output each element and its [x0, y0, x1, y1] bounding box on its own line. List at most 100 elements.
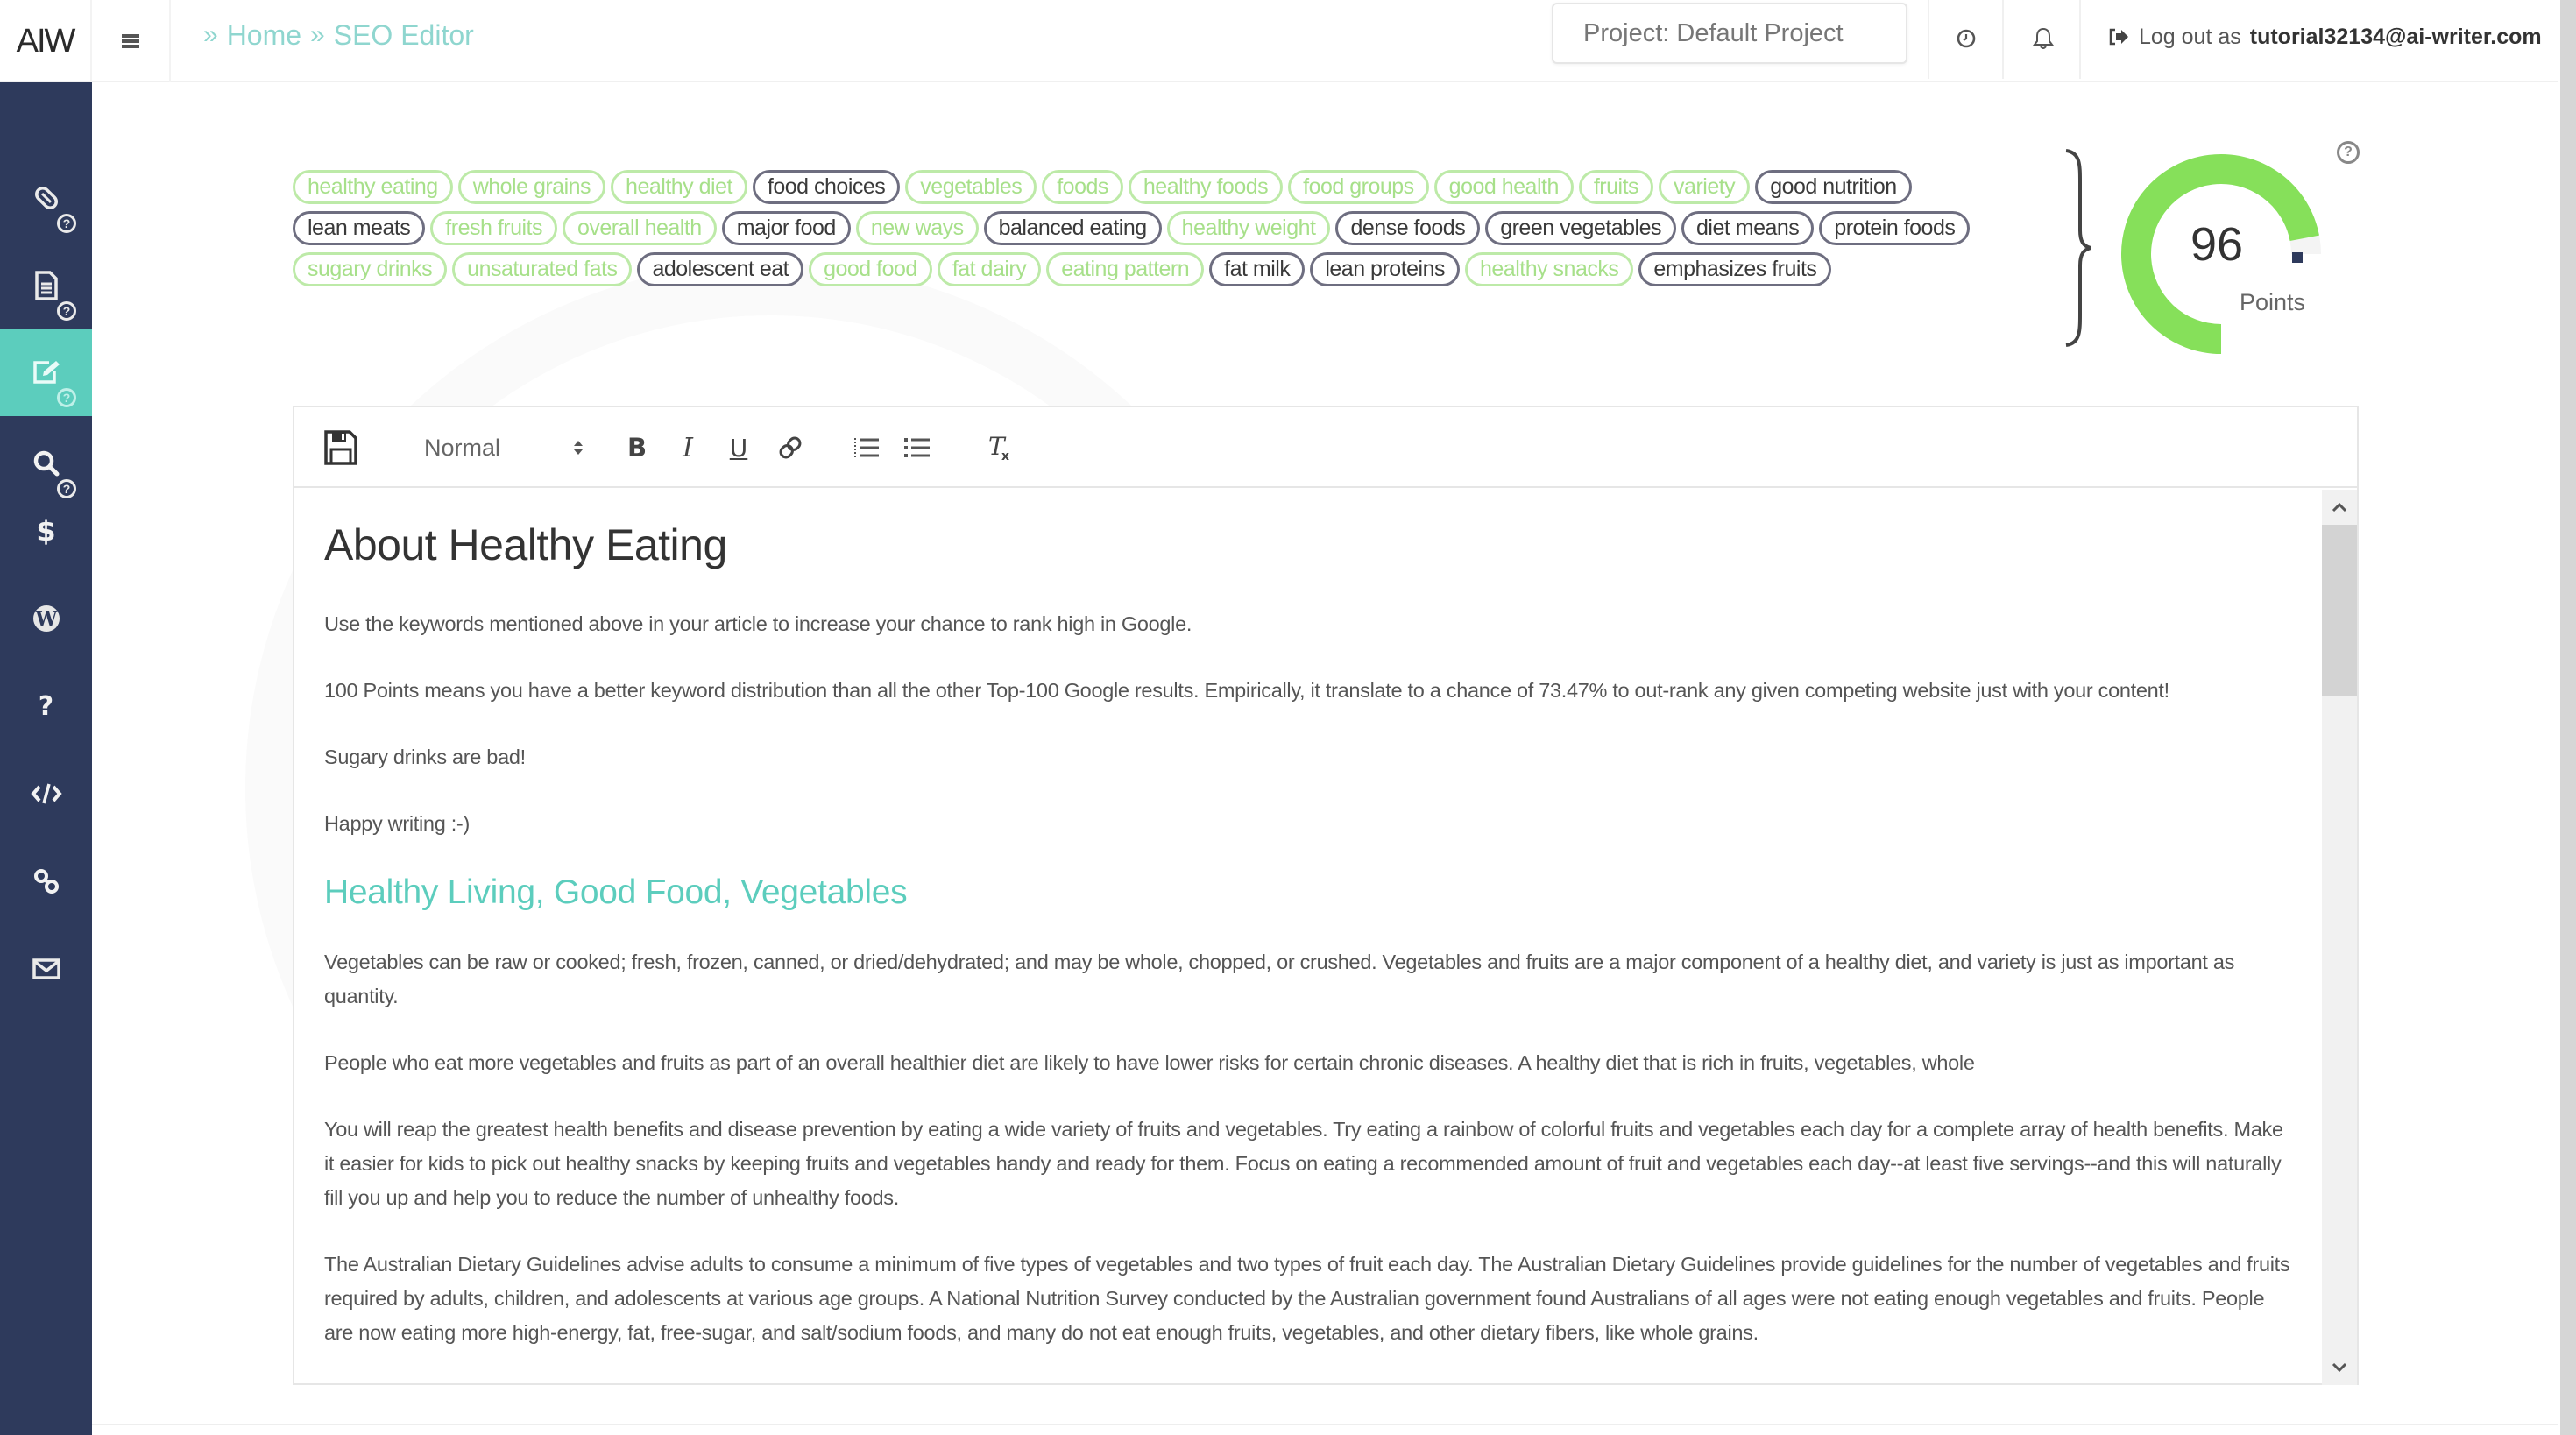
divider	[2079, 0, 2081, 79]
editor-content[interactable]: About Healthy Eating Use the keywords me…	[294, 490, 2325, 1385]
score-value: 96	[2190, 218, 2244, 271]
keyword-tag[interactable]: healthy foods	[1128, 170, 1284, 204]
sidebar-item-billing[interactable]: $	[0, 487, 92, 575]
notifications-button[interactable]	[2024, 19, 2063, 58]
sidebar: ? ? ? ? $ W ?	[0, 82, 92, 1435]
bold-button[interactable]: B	[617, 428, 657, 468]
scroll-up-button[interactable]	[2322, 490, 2357, 525]
keyword-tag[interactable]: new ways	[855, 211, 979, 245]
top-bar: AIW » Home » SEO Editor Project: Default…	[0, 0, 2558, 82]
keyword-tag[interactable]: overall health	[563, 211, 717, 245]
help-icon[interactable]: ?	[57, 214, 76, 233]
keyword-tag[interactable]: good nutrition	[1755, 170, 1912, 204]
sidebar-item-wordpress[interactable]: W	[0, 575, 92, 662]
keyword-tag[interactable]: diet means	[1681, 211, 1815, 245]
sidebar-item-outline[interactable]: ?	[0, 154, 92, 242]
project-selector[interactable]: Project: Default Project	[1552, 3, 1907, 64]
keyword-tag[interactable]: good food	[809, 252, 932, 286]
underline-button[interactable]: U	[718, 428, 759, 468]
keyword-tag[interactable]: green vegetables	[1485, 211, 1677, 245]
article-paragraph[interactable]: 100 Points means you have a better keywo…	[324, 674, 2296, 708]
breadcrumb-seo-editor: SEO Editor	[333, 18, 474, 51]
editor-scrollbar[interactable]	[2322, 490, 2357, 1385]
article-title[interactable]: About Healthy Eating	[324, 520, 2296, 570]
bell-icon	[2033, 27, 2054, 49]
svg-text:W: W	[34, 608, 57, 631]
user-email: tutorial32134@ai-writer.com	[2249, 24, 2542, 49]
score-help-icon[interactable]: ?	[2337, 141, 2360, 164]
keyword-tag[interactable]: fresh fruits	[430, 211, 557, 245]
keyword-tag[interactable]: food groups	[1288, 170, 1429, 204]
sidebar-item-documents[interactable]: ?	[0, 242, 92, 329]
scroll-down-button[interactable]	[2322, 1350, 2357, 1385]
keyword-tag[interactable]: healthy weight	[1166, 211, 1331, 245]
keyword-tag[interactable]: food choices	[752, 170, 901, 204]
italic-button[interactable]: I	[668, 428, 708, 468]
article-paragraph[interactable]: Sugary drinks are bad!	[324, 740, 2296, 774]
search-icon	[33, 450, 59, 477]
question-icon: ?	[38, 690, 54, 722]
paperclip-icon	[34, 187, 58, 209]
sidebar-item-seo-editor[interactable]: ?	[0, 329, 92, 416]
keyword-tag[interactable]: vegetables	[905, 170, 1037, 204]
keyword-tag[interactable]: emphasizes fruits	[1638, 252, 1832, 286]
chevron-up-icon	[2332, 502, 2347, 512]
keyword-tag[interactable]: fruits	[1578, 170, 1654, 204]
document-icon	[34, 271, 58, 300]
keyword-tag[interactable]: healthy eating	[293, 170, 453, 204]
keyword-tag[interactable]: major food	[721, 211, 851, 245]
logout-link[interactable]: Log out as tutorial32134@ai-writer.com	[2107, 0, 2542, 74]
sidebar-item-links[interactable]	[0, 838, 92, 925]
code-icon	[30, 783, 62, 804]
keyword-tag[interactable]: protein foods	[1819, 211, 1971, 245]
keyword-tag[interactable]: balanced eating	[983, 211, 1162, 245]
article-paragraph[interactable]: People who eat more vegetables and fruit…	[324, 1046, 2296, 1080]
keyword-tag[interactable]: good health	[1433, 170, 1574, 204]
article-paragraph[interactable]: Use the keywords mentioned above in your…	[324, 607, 2296, 641]
keyword-tag[interactable]: adolescent eat	[637, 252, 804, 286]
breadcrumb-home[interactable]: Home	[227, 19, 301, 52]
keyword-tag[interactable]: eating pattern	[1046, 252, 1205, 286]
clear-format-button[interactable]: T x	[980, 428, 1020, 468]
save-button[interactable]	[321, 428, 361, 468]
format-select[interactable]: Normal	[415, 428, 591, 468]
page-scrollbar[interactable]	[2560, 0, 2576, 1435]
history-button[interactable]	[1947, 19, 1985, 58]
ordered-list-button[interactable]	[846, 428, 887, 468]
keyword-tag[interactable]: healthy snacks	[1465, 252, 1634, 286]
keyword-tag[interactable]: foods	[1042, 170, 1123, 204]
sidebar-item-contact[interactable]	[0, 925, 92, 1013]
breadcrumb-separator: »	[203, 20, 218, 49]
article-subtitle[interactable]: Healthy Living, Good Food, Vegetables	[324, 873, 2296, 912]
keyword-tag[interactable]: whole grains	[457, 170, 606, 204]
article-paragraph[interactable]: You will reap the greatest health benefi…	[324, 1113, 2296, 1215]
keyword-tag[interactable]: lean proteins	[1310, 252, 1460, 286]
article-paragraph[interactable]: Happy writing :-)	[324, 807, 2296, 841]
menu-toggle-button[interactable]	[92, 0, 171, 82]
help-icon[interactable]: ?	[57, 301, 76, 321]
keyword-tag[interactable]: sugary drinks	[293, 252, 448, 286]
keyword-list: healthy eating whole grains healthy diet fo…	[293, 170, 2001, 286]
keyword-tag[interactable]: unsaturated fats	[452, 252, 633, 286]
article-paragraph[interactable]: Vegetables can be raw or cooked; fresh, …	[324, 945, 2296, 1014]
format-select-value: Normal	[424, 434, 501, 461]
keyword-tag[interactable]: dense foods	[1335, 211, 1481, 245]
help-icon[interactable]: ?	[57, 388, 76, 407]
scrollbar-thumb[interactable]	[2322, 525, 2357, 696]
keyword-tag[interactable]: healthy diet	[611, 170, 747, 204]
envelope-icon	[32, 958, 60, 979]
article-paragraph[interactable]: The Australian Dietary Guidelines advise…	[324, 1248, 2296, 1350]
sidebar-item-help[interactable]: ?	[0, 662, 92, 750]
bold-icon: B	[626, 433, 648, 463]
keyword-tag[interactable]: fat dairy	[937, 252, 1042, 286]
keyword-tag[interactable]: lean meats	[293, 211, 426, 245]
keyword-tag[interactable]: fat milk	[1209, 252, 1306, 286]
keyword-tag[interactable]: variety	[1659, 170, 1751, 204]
link-button[interactable]	[770, 428, 810, 468]
ordered-list-icon	[854, 438, 879, 457]
bullet-list-button[interactable]	[897, 428, 938, 468]
italic-icon: I	[683, 432, 693, 463]
app-logo[interactable]: AIW	[0, 0, 92, 82]
sidebar-item-api[interactable]	[0, 750, 92, 838]
editor-toolbar: Normal B I U T x	[294, 407, 2357, 488]
